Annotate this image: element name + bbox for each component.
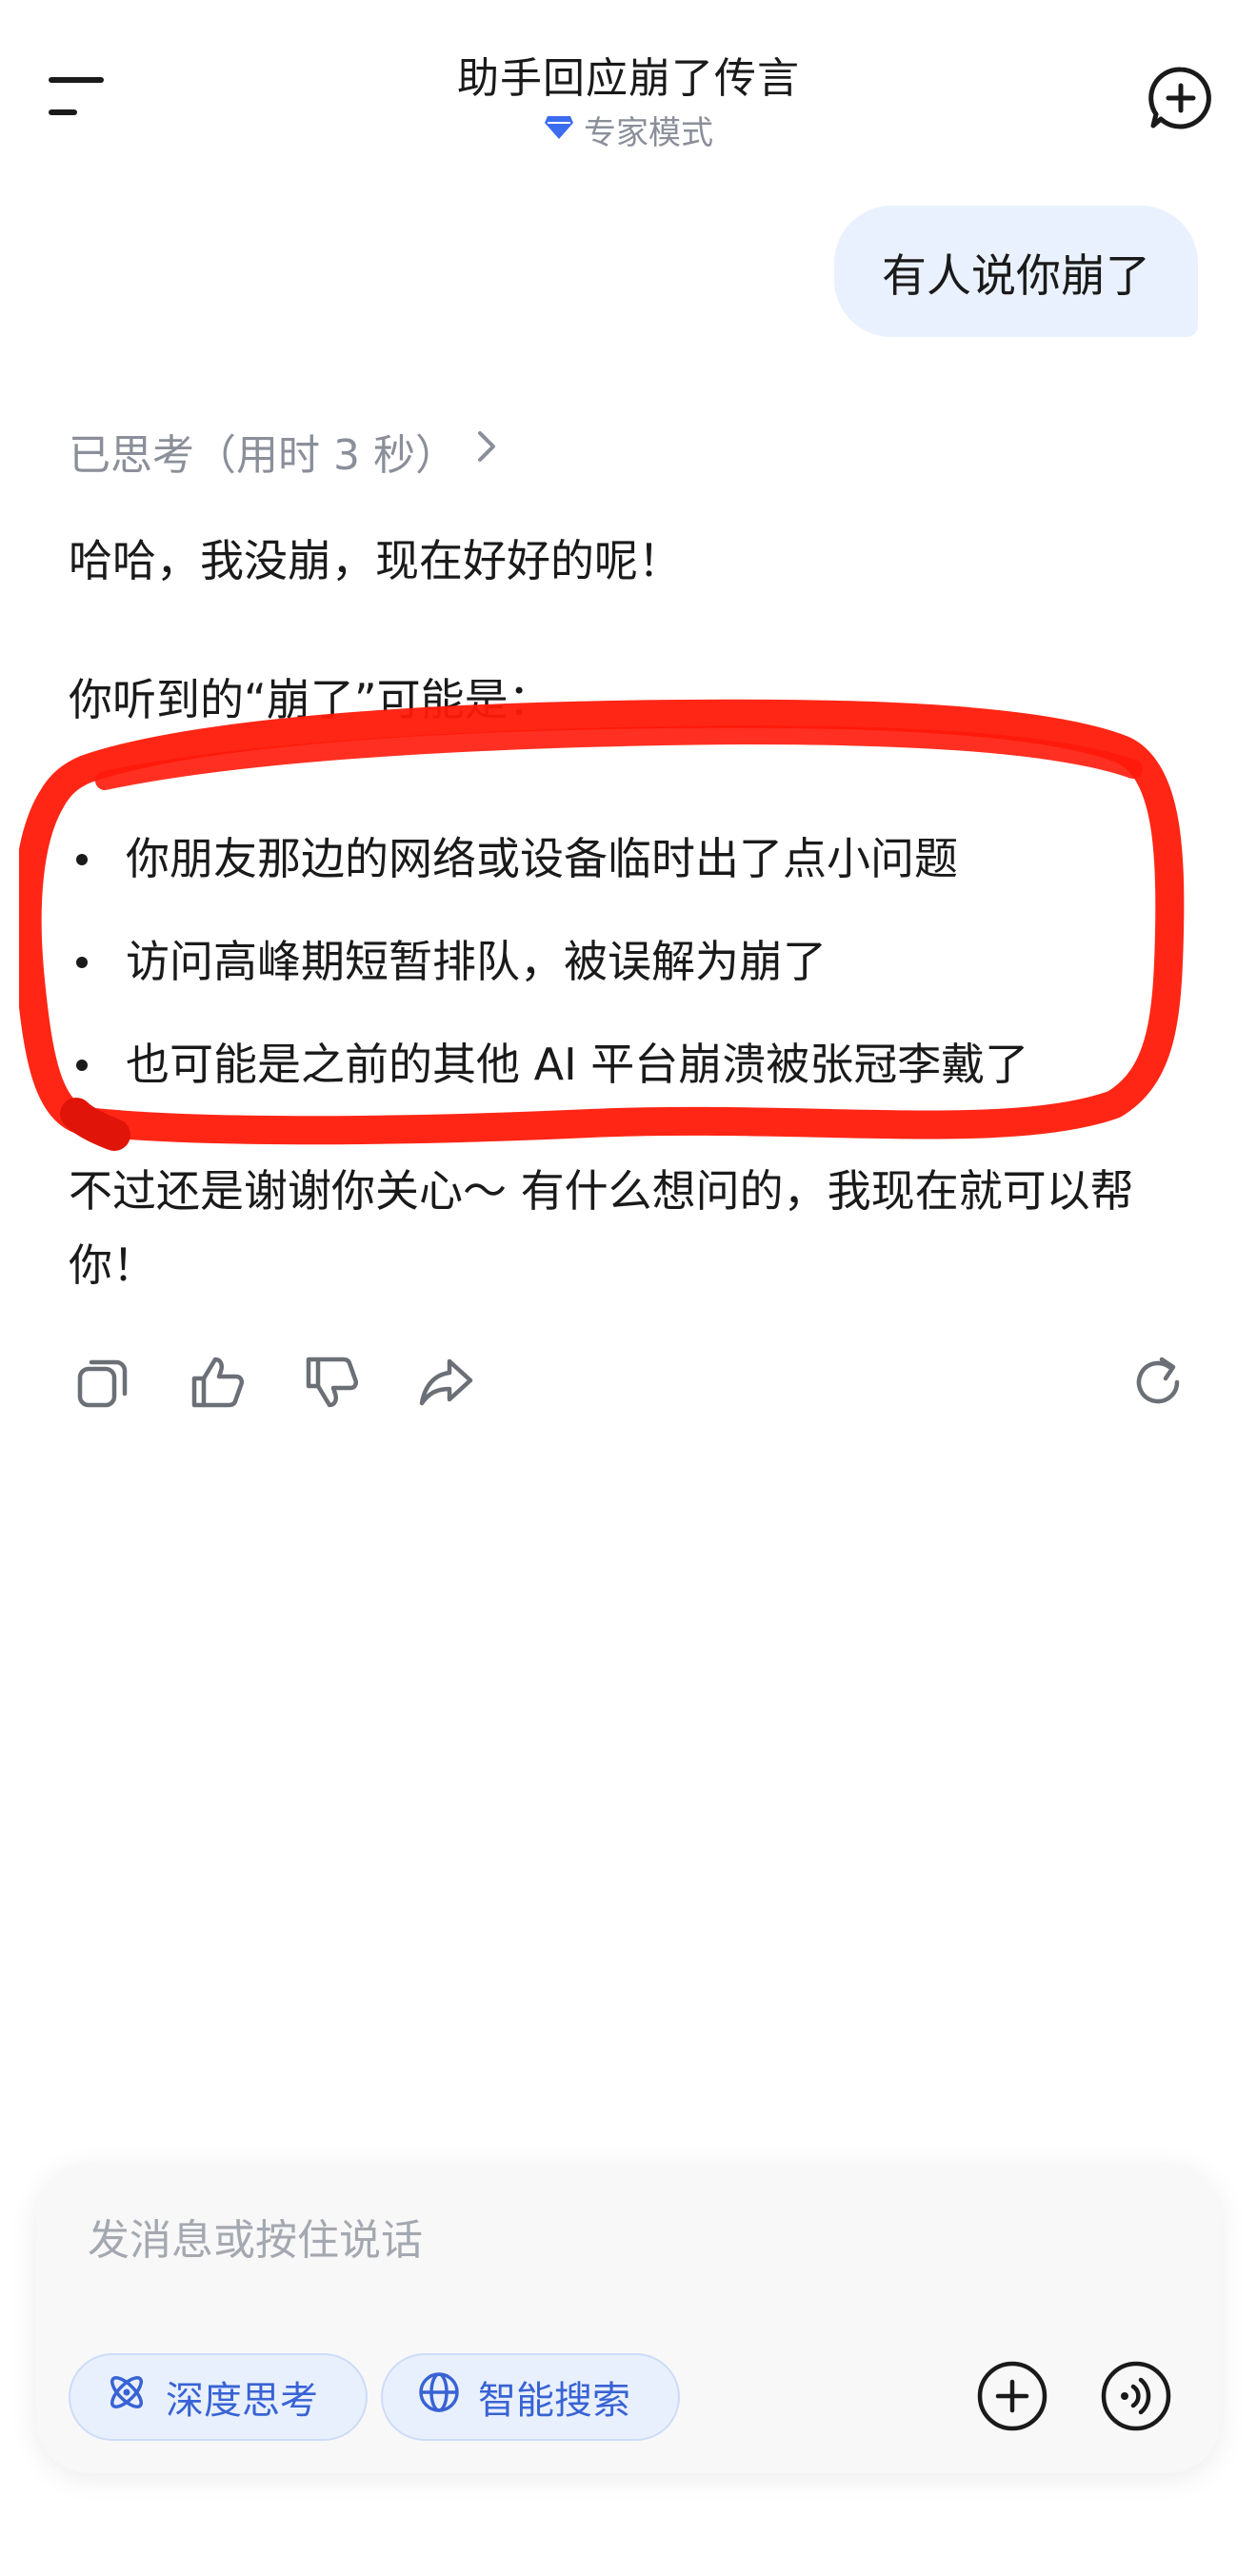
diamond-icon [544, 111, 574, 149]
copy-icon[interactable] [74, 1354, 131, 1411]
thumbs-up-icon[interactable] [189, 1354, 246, 1411]
plus-circle-icon[interactable] [975, 2359, 1049, 2433]
answer-paragraph: 哈哈，我没崩，现在好好的呢！ [69, 535, 682, 586]
thinking-label: 已思考（用时 3 秒） [69, 431, 457, 480]
share-icon[interactable] [417, 1354, 474, 1411]
refresh-icon[interactable] [1129, 1354, 1187, 1411]
atom-icon [105, 2370, 149, 2424]
list-item: 你朋友那边的网络或设备临时出了点小问题 [69, 807, 1173, 910]
list-item: 也可能是之前的其他 AI 平台崩溃被张冠李戴了 [69, 1013, 1173, 1116]
answer-bullet-list: 你朋友那边的网络或设备临时出了点小问题 访问高峰期短暂排队，被误解为崩了 也可能… [69, 807, 1173, 1116]
message-input[interactable] [86, 2210, 1137, 2269]
globe-icon [417, 2370, 461, 2424]
smart-search-label: 智能搜索 [478, 2379, 630, 2423]
smart-search-button[interactable]: 智能搜索 [381, 2353, 680, 2441]
list-item: 访问高峰期短暂排队，被误解为崩了 [69, 910, 1173, 1013]
top-bar: 助手回应崩了传言 专家模式 [0, 0, 1257, 181]
thinking-toggle[interactable]: 已思考（用时 3 秒） [69, 421, 499, 482]
new-chat-icon[interactable] [1147, 65, 1214, 131]
answer-paragraph: 你听到的“崩了”可能是： [69, 674, 552, 725]
chevron-right-icon [474, 427, 499, 476]
user-message-bubble: 有人说你崩了 [834, 206, 1198, 337]
mode-badge[interactable]: 专家模式 [0, 107, 1257, 153]
thumbs-down-icon[interactable] [303, 1354, 360, 1411]
voice-icon[interactable] [1099, 2359, 1173, 2433]
answer-paragraph: 不过还是谢谢你关心～ 有什么想问的，我现在就可以帮你！ [69, 1165, 1134, 1291]
page-title: 助手回应崩了传言 [457, 54, 800, 103]
mode-label: 专家模式 [584, 114, 713, 152]
message-action-bar [74, 1354, 1188, 1420]
deep-think-button[interactable]: 深度思考 [69, 2353, 368, 2441]
deep-think-label: 深度思考 [166, 2379, 318, 2423]
message-composer: 深度思考 智能搜索 [36, 2163, 1221, 2473]
